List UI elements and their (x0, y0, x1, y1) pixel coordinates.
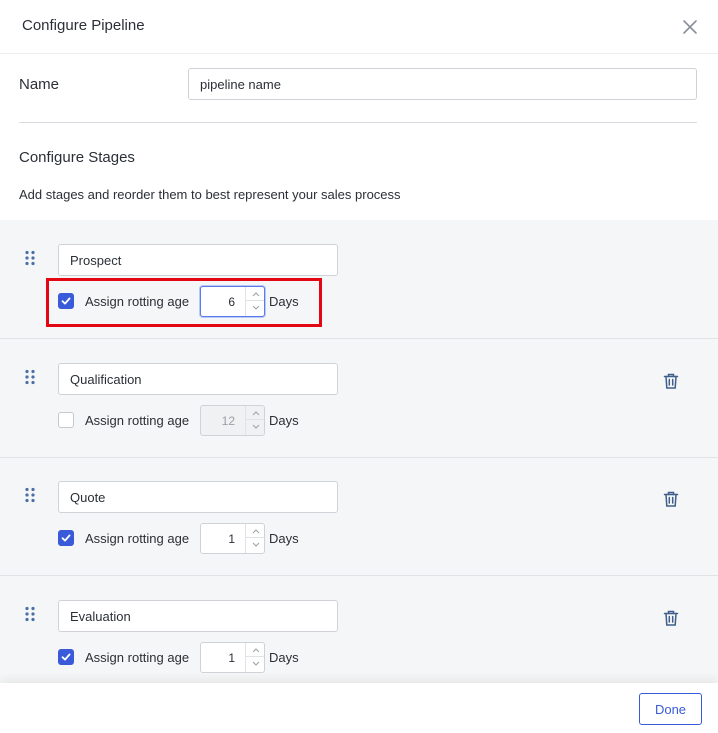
checkmark-icon (61, 534, 71, 542)
stage-row-quote: Assign rotting age Days (0, 457, 718, 576)
stepper-spin (245, 406, 264, 435)
chevron-down-icon[interactable] (246, 420, 264, 434)
close-icon[interactable] (680, 17, 700, 37)
chevron-up-icon[interactable] (246, 643, 264, 657)
dialog-header: Configure Pipeline (0, 0, 718, 54)
rotting-age-input[interactable] (201, 287, 245, 316)
trash-icon[interactable] (662, 609, 680, 627)
stage-name-input[interactable] (58, 481, 338, 513)
stage-name-input[interactable] (58, 244, 338, 276)
drag-handle-icon[interactable] (24, 606, 36, 622)
stepper-spin (245, 643, 264, 672)
configure-stages-description: Add stages and reorder them to best repr… (19, 187, 401, 202)
name-label: Name (19, 76, 60, 93)
pipeline-name-input[interactable] (188, 68, 697, 100)
chevron-up-icon[interactable] (246, 524, 264, 538)
assign-rotting-age-label: Assign rotting age (85, 650, 190, 665)
chevron-up-icon[interactable] (246, 406, 264, 420)
stage-row-evaluation: Assign rotting age Days (0, 576, 718, 683)
assign-rotting-age-checkbox[interactable] (58, 293, 74, 309)
configure-pipeline-dialog: Configure Pipeline Name Configure Stages… (0, 0, 718, 733)
assign-rotting-age-checkbox[interactable] (58, 530, 74, 546)
drag-handle-icon[interactable] (24, 250, 36, 266)
stage-row-prospect: Assign rotting age Days (0, 220, 718, 339)
configure-stages-title: Configure Stages (19, 149, 135, 166)
dialog-title: Configure Pipeline (22, 17, 145, 34)
dialog-footer: Done (0, 683, 718, 733)
drag-handle-icon[interactable] (24, 487, 36, 503)
rotting-age-stepper[interactable] (200, 286, 265, 317)
checkmark-icon (61, 653, 71, 661)
days-label: Days (269, 413, 299, 428)
stepper-spin (245, 287, 264, 316)
days-label: Days (269, 650, 299, 665)
assign-rotting-age-checkbox[interactable] (58, 649, 74, 665)
chevron-down-icon[interactable] (246, 538, 264, 552)
chevron-down-icon[interactable] (246, 301, 264, 315)
stage-row-qualification: Assign rotting age Days (0, 339, 718, 458)
assign-rotting-age-label: Assign rotting age (85, 413, 190, 428)
stages-list: Assign rotting age Days Assign rotting a… (0, 220, 718, 683)
rotting-age-input[interactable] (201, 406, 245, 435)
days-label: Days (269, 294, 299, 309)
days-label: Days (269, 531, 299, 546)
section-divider (19, 122, 697, 123)
chevron-down-icon[interactable] (246, 657, 264, 671)
trash-icon[interactable] (662, 490, 680, 508)
rotting-age-input[interactable] (201, 643, 245, 672)
stage-name-input[interactable] (58, 600, 338, 632)
assign-rotting-age-checkbox[interactable] (58, 412, 74, 428)
assign-rotting-age-label: Assign rotting age (85, 294, 190, 309)
rotting-age-stepper[interactable] (200, 523, 265, 554)
stage-name-input[interactable] (58, 363, 338, 395)
name-row: Name (19, 68, 697, 100)
checkmark-icon (61, 297, 71, 305)
rotting-age-stepper[interactable] (200, 642, 265, 673)
assign-rotting-age-label: Assign rotting age (85, 531, 190, 546)
rotting-age-stepper[interactable] (200, 405, 265, 436)
chevron-up-icon[interactable] (246, 287, 264, 301)
trash-icon[interactable] (662, 372, 680, 390)
done-button[interactable]: Done (639, 693, 702, 725)
rotting-age-input[interactable] (201, 524, 245, 553)
stepper-spin (245, 524, 264, 553)
drag-handle-icon[interactable] (24, 369, 36, 385)
